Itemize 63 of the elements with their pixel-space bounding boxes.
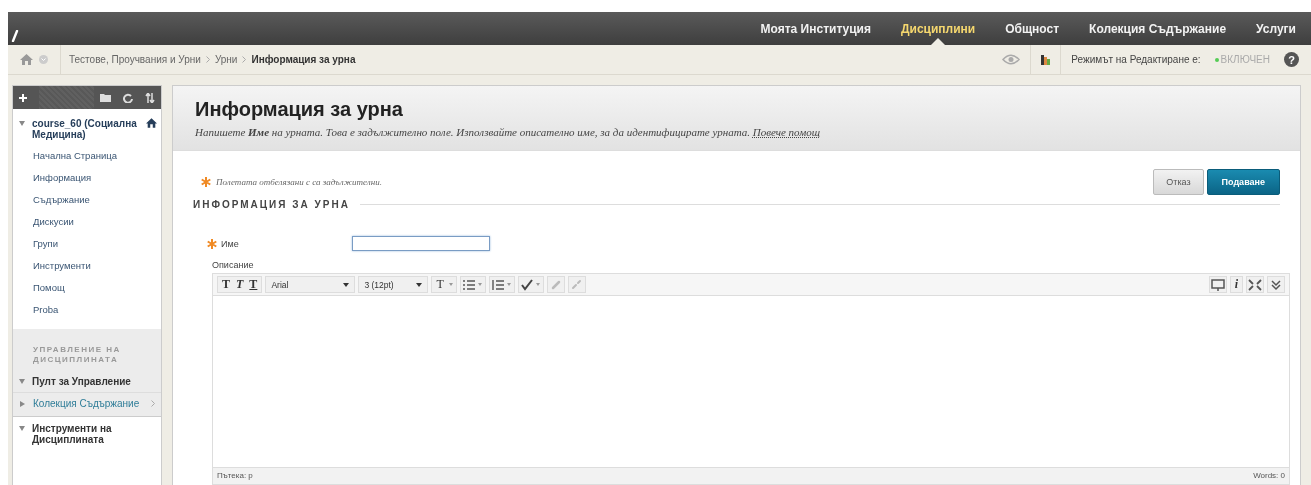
nav-tab[interactable]: Общност [990,12,1075,45]
path-text: Пътека: p [217,471,253,480]
sidebar-item[interactable]: Групи [13,233,161,255]
name-input[interactable] [352,236,490,251]
home-icon[interactable] [146,118,157,128]
breadcrumb-current: Информация за урна [251,54,356,65]
refresh-icon[interactable] [123,92,133,103]
italic-button[interactable]: T [233,277,247,292]
underline-button[interactable]: T [246,277,261,292]
fullscreen-icon[interactable] [1248,278,1262,291]
sort-icon[interactable] [145,92,155,103]
cancel-button[interactable]: Отказ [1153,169,1204,195]
eye-icon[interactable] [1002,54,1021,65]
sidebar-item[interactable]: Пулт за Управление [32,376,131,387]
sidebar-item[interactable]: Помощ [13,277,161,299]
chevron-icon [205,56,210,63]
word-count: Words: 0 [1253,471,1285,480]
edit-mode-label: Режимът на Редактиране е: [1071,54,1201,65]
collapse-icon[interactable] [19,121,25,126]
sidebar-item[interactable]: Съдържание [13,189,161,211]
nav-tab[interactable]: Моята Институция [745,12,886,45]
sidebar-item[interactable]: Начална Страница [13,145,161,167]
link-icon[interactable] [11,29,19,42]
breadcrumb-link[interactable]: Урни [214,54,238,65]
sidebar-item[interactable]: Дискусии [13,211,161,233]
size-dropdown[interactable]: 3 (12pt) [358,276,429,293]
page-title: Информация за урна [195,98,404,121]
color-palette-icon[interactable] [1041,54,1051,65]
expand-toolbar-icon[interactable] [1269,278,1283,291]
add-icon[interactable] [19,93,27,102]
help-link[interactable]: Повече помощ [752,126,821,138]
sidebar-item[interactable]: Колекция Съдържание [33,398,140,409]
field-label: Описание [211,259,255,272]
section-title: ИНФОРМАЦИЯ ЗА УРНА [193,199,350,210]
submit-button[interactable]: Подаване [1206,169,1280,195]
chevron-icon [242,56,247,63]
info-button[interactable]: i [1231,277,1241,292]
breadcrumb-link[interactable]: Тестове, Проучвания и Урни [69,54,201,65]
required-note: Полетата отбелязани с са задължителни. [216,177,382,187]
expand-icon[interactable] [20,401,25,407]
sidebar-item[interactable]: Инструменти на Дисциплината [32,423,155,445]
bold-button[interactable]: T [219,277,233,292]
font-dropdown[interactable]: Arial [265,276,356,293]
numbered-list-icon[interactable] [490,278,505,291]
nav-tab[interactable]: Колекция Съдържание [1074,12,1242,45]
toolbar-fill [39,86,94,109]
folder-icon[interactable] [100,93,111,102]
course-title[interactable]: course_60 (Социална Медицина) [32,118,140,140]
spellcheck-icon[interactable] [519,278,534,291]
field-label: Име [221,238,239,249]
help-button[interactable]: ? [1284,52,1299,67]
required-icon [201,177,211,187]
sidebar-item[interactable]: Инструменти [13,255,161,277]
collapse-icon[interactable] [19,379,25,384]
sidebar-item[interactable]: Информация [13,167,161,189]
chevron-icon [151,400,155,407]
preview-icon[interactable] [1210,278,1225,291]
section-heading: УПРАВЛЕНИЕ НА ДИСЦИПЛИНАТА [32,344,122,366]
bullet-list-icon[interactable] [461,278,476,291]
collapse-icon[interactable] [19,426,25,431]
instructions-text: Напишете Име на урната. Това е задължително поле. Използвайте описателно име, за да идентифицирате урната. [195,126,751,138]
sidebar-item[interactable]: Proba [13,299,161,321]
nav-tab[interactable]: Услуги [1241,12,1311,45]
